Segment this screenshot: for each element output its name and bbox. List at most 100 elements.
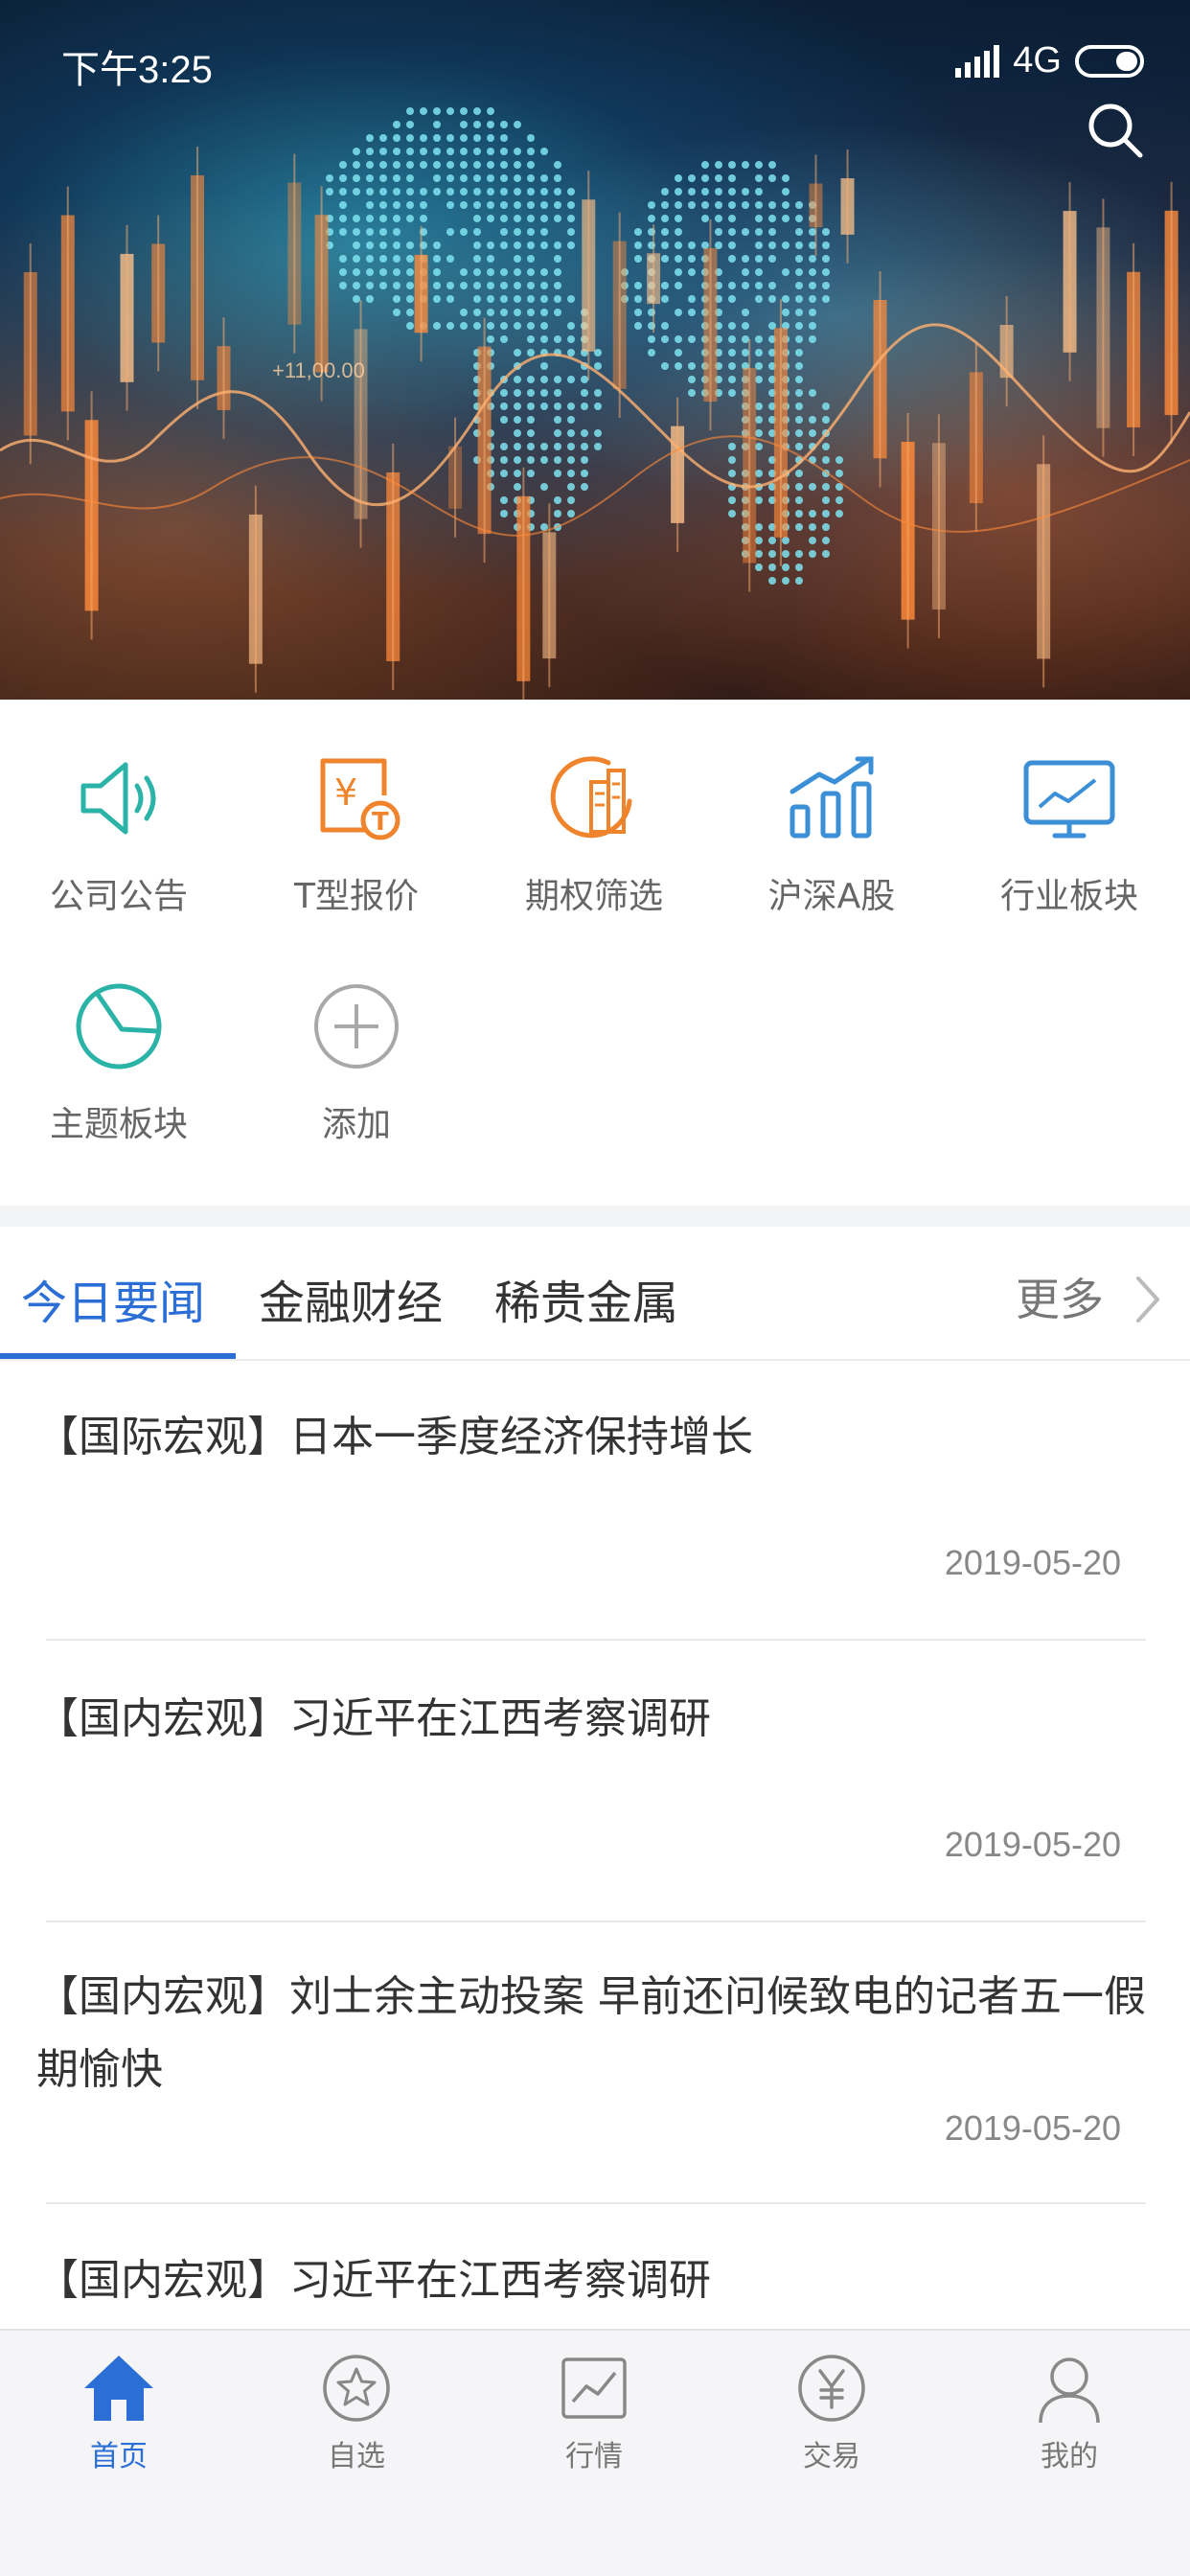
nav-label: 首页 <box>90 2440 148 2473</box>
map-dot <box>406 322 414 330</box>
chevron-right-icon[interactable] <box>1129 1271 1167 1328</box>
map-dot <box>701 161 709 169</box>
map-dot <box>782 215 790 222</box>
map-dot <box>406 215 414 222</box>
map-dot <box>822 456 830 464</box>
map-dot <box>688 268 696 276</box>
map-dot <box>527 255 535 263</box>
nav-market[interactable]: 行情 <box>475 2350 713 2474</box>
map-dot <box>393 309 400 316</box>
map-dot <box>755 268 763 276</box>
map-dot <box>822 228 830 236</box>
map-dot <box>567 443 575 450</box>
map-dot <box>648 201 655 209</box>
nav-watchlist[interactable]: 自选 <box>238 2350 475 2474</box>
map-dot <box>795 389 803 397</box>
map-dot <box>675 362 682 370</box>
tab-precious-metals[interactable]: 稀贵金属 <box>494 1265 678 1332</box>
menu-item-industry-sector[interactable]: 行业板块 <box>950 700 1188 916</box>
map-dot <box>554 161 561 169</box>
menu-item-a-share[interactable]: 沪深A股 <box>713 700 950 916</box>
map-dot <box>446 322 454 330</box>
map-dot <box>567 201 575 209</box>
map-dot <box>755 255 763 263</box>
more-link[interactable]: 更多 <box>1016 1265 1104 1328</box>
map-dot <box>822 443 830 450</box>
map-dot <box>473 201 481 209</box>
map-dot <box>339 268 347 276</box>
map-dot <box>473 228 481 236</box>
map-dot <box>473 255 481 263</box>
map-dot <box>755 242 763 249</box>
tab-finance[interactable]: 金融财经 <box>259 1265 443 1332</box>
map-dot <box>742 268 749 276</box>
map-dot <box>433 282 441 289</box>
map-dot <box>809 255 816 263</box>
menu-item-company-announcement[interactable]: 公司公告 <box>0 700 238 916</box>
map-dot <box>446 134 454 142</box>
menu-item-add[interactable]: 添加 <box>238 928 475 1144</box>
map-dot <box>540 456 548 464</box>
map-dot <box>728 349 736 356</box>
map-dot <box>500 268 508 276</box>
map-dot <box>554 470 561 477</box>
map-dot <box>406 161 414 169</box>
map-dot <box>795 429 803 437</box>
map-dot <box>782 309 790 316</box>
menu-item-t-quote[interactable]: ¥ T T型报价 <box>238 700 475 916</box>
tab-today-news[interactable]: 今日要闻 <box>21 1265 205 1332</box>
map-dot <box>540 268 548 276</box>
map-dot <box>742 161 749 169</box>
map-dot <box>554 510 561 518</box>
map-dot <box>782 295 790 303</box>
map-dot <box>487 174 494 182</box>
map-dot <box>379 228 387 236</box>
nav-trade[interactable]: 交易 <box>713 2350 950 2474</box>
map-dot <box>446 174 454 182</box>
list-item[interactable]: 【国内宏观】习近平在江西考察调研 <box>36 2204 1146 2348</box>
map-dot <box>540 322 548 330</box>
home-icon <box>84 2356 153 2421</box>
user-icon <box>1039 2358 1100 2424</box>
map-dot <box>339 174 347 182</box>
nav-home[interactable]: 首页 <box>0 2350 238 2474</box>
map-dot <box>379 188 387 196</box>
map-dot <box>540 483 548 491</box>
map-dot <box>661 295 669 303</box>
list-item[interactable]: 【国际宏观】日本一季度经济保持增长 2019-05-20 <box>36 1361 1146 1641</box>
map-dot <box>768 201 776 209</box>
list-item[interactable]: 【国内宏观】习近平在江西考察调研 2019-05-20 <box>36 1641 1146 1922</box>
map-dot <box>406 242 414 249</box>
map-dot <box>379 174 387 182</box>
status-bar: 下午3:25 4G <box>0 0 1190 134</box>
map-dot <box>433 295 441 303</box>
map-dot <box>795 335 803 343</box>
map-dot <box>795 242 803 249</box>
map-dot <box>500 228 508 236</box>
map-dot <box>728 322 736 330</box>
map-dot <box>473 174 481 182</box>
map-dot <box>514 349 521 356</box>
map-dot <box>755 215 763 222</box>
map-dot <box>701 215 709 222</box>
menu-item-theme-sector[interactable]: 主题板块 <box>0 928 238 1144</box>
map-dot <box>768 537 776 544</box>
nav-profile[interactable]: 我的 <box>950 2350 1188 2474</box>
map-dot <box>540 215 548 222</box>
map-dot <box>742 349 749 356</box>
menu-item-option-filter[interactable]: 期权筛选 <box>475 700 713 916</box>
map-dot <box>809 537 816 544</box>
map-dot <box>728 174 736 182</box>
map-dot <box>742 188 749 196</box>
map-dot <box>755 335 763 343</box>
map-dot <box>701 242 709 249</box>
map-dot <box>661 362 669 370</box>
map-dot <box>500 161 508 169</box>
map-dot <box>433 148 441 155</box>
nav-label: 交易 <box>803 2440 860 2473</box>
map-dot <box>406 255 414 263</box>
map-dot <box>554 201 561 209</box>
map-dot <box>581 376 588 383</box>
search-icon[interactable] <box>1085 100 1146 161</box>
list-item[interactable]: 【国内宏观】刘士余主动投案 早前还问候致电的记者五一假期愉快 2019-05-2… <box>36 1922 1146 2204</box>
